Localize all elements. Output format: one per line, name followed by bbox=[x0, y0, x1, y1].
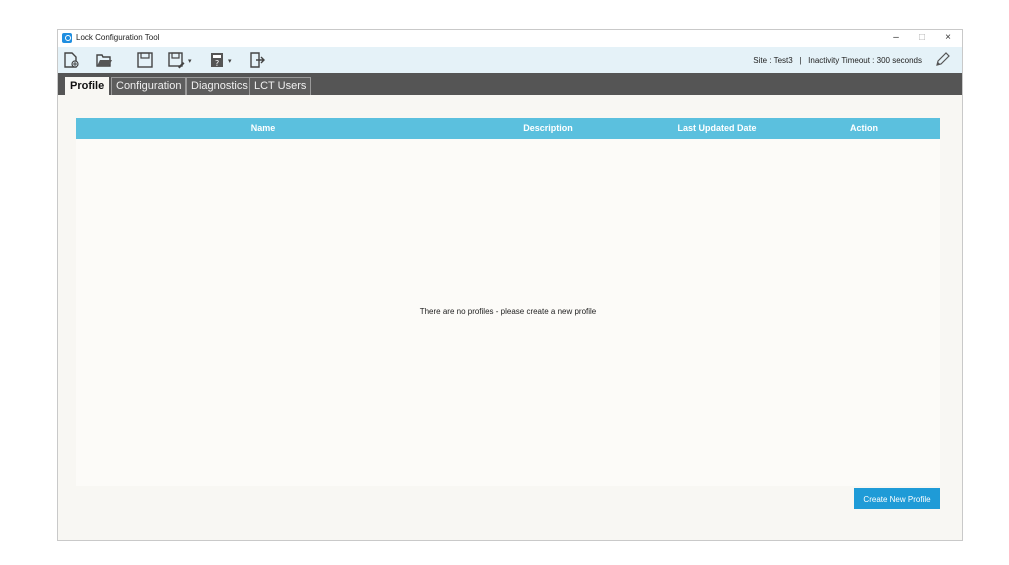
tab-configuration[interactable]: Configuration bbox=[111, 77, 187, 95]
close-button[interactable]: × bbox=[934, 31, 962, 45]
site-label: Site : bbox=[753, 56, 772, 65]
status-separator: | bbox=[799, 56, 802, 65]
save-as-dropdown-icon[interactable]: ▾ bbox=[188, 57, 192, 65]
timeout-label: Inactivity Timeout : bbox=[808, 56, 875, 65]
tab-lct-users[interactable]: LCT Users bbox=[249, 77, 312, 95]
tab-profile[interactable]: Profile bbox=[65, 77, 110, 95]
open-folder-icon[interactable] bbox=[95, 51, 113, 69]
column-header-description[interactable]: Description bbox=[450, 118, 646, 139]
site-status: Site : Test3 | Inactivity Timeout : 300 … bbox=[753, 56, 922, 65]
new-file-icon[interactable] bbox=[62, 51, 80, 69]
minimize-button[interactable]: – bbox=[882, 31, 910, 45]
maximize-button[interactable]: □ bbox=[908, 31, 936, 45]
window-title: Lock Configuration Tool bbox=[76, 33, 160, 42]
toolbar: ▾ ? ▾ Site : Test3 | Inactivity Timeout … bbox=[58, 47, 962, 73]
empty-table-message: There are no profiles - please create a … bbox=[419, 307, 597, 316]
calculator-dropdown-icon[interactable]: ▾ bbox=[228, 57, 232, 65]
title-bar: Lock Configuration Tool – □ × bbox=[58, 30, 962, 47]
pencil-icon[interactable] bbox=[934, 52, 950, 68]
column-header-last-updated[interactable]: Last Updated Date bbox=[646, 118, 788, 139]
profile-table-body: There are no profiles - please create a … bbox=[76, 139, 940, 486]
timeout-value: 300 seconds bbox=[876, 56, 922, 65]
app-window: Lock Configuration Tool – □ × ▾ ? ▾ Site… bbox=[57, 29, 963, 541]
exit-icon[interactable] bbox=[247, 51, 265, 69]
save-as-icon[interactable] bbox=[167, 51, 185, 69]
site-value: Test3 bbox=[773, 56, 793, 65]
create-new-profile-button[interactable]: Create New Profile bbox=[854, 488, 940, 509]
app-logo-icon bbox=[62, 33, 72, 43]
column-header-name[interactable]: Name bbox=[76, 118, 450, 139]
column-header-action[interactable]: Action bbox=[788, 118, 940, 139]
svg-text:?: ? bbox=[215, 59, 219, 68]
profile-table-header: Name Description Last Updated Date Actio… bbox=[76, 118, 940, 139]
tab-bar: Profile Configuration Diagnostics LCT Us… bbox=[58, 73, 962, 95]
tab-diagnostics[interactable]: Diagnostics bbox=[186, 77, 253, 95]
calculator-icon[interactable]: ? bbox=[208, 51, 226, 69]
save-icon[interactable] bbox=[136, 51, 154, 69]
